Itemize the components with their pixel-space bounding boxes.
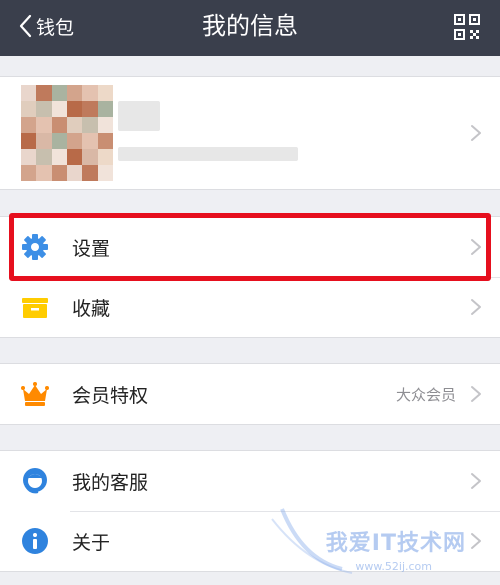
page-title: 我的信息 xyxy=(202,12,298,40)
avatar-pixel xyxy=(21,133,37,149)
avatar-pixel xyxy=(21,117,37,133)
membership-group: 会员特权 大众会员 xyxy=(0,363,500,425)
avatar-pixel xyxy=(66,165,83,181)
avatar-pixel xyxy=(36,85,52,101)
profile-name-blurred xyxy=(118,101,160,131)
membership-value: 大众会员 xyxy=(395,385,456,404)
about-label: 关于 xyxy=(72,531,111,554)
crown-icon xyxy=(21,382,49,406)
profile-card[interactable] xyxy=(0,76,500,190)
avatar-pixel xyxy=(36,117,52,133)
avatar-pixel xyxy=(36,149,52,165)
avatar-pixel xyxy=(82,133,98,149)
avatar xyxy=(21,85,113,181)
avatar-pixel xyxy=(66,85,83,101)
gear-icon xyxy=(22,234,48,260)
avatar-pixel xyxy=(21,101,37,117)
avatar-pixel xyxy=(36,133,52,149)
avatar-pixel xyxy=(82,149,98,165)
avatar-pixel xyxy=(36,101,52,117)
customer-service-label: 我的客服 xyxy=(72,471,149,494)
avatar-pixel xyxy=(82,85,98,101)
avatar-pixel xyxy=(21,85,37,101)
settings-label: 设置 xyxy=(72,237,111,260)
chevron-right-icon xyxy=(471,386,481,402)
chevron-right-icon xyxy=(471,473,481,489)
avatar-pixel xyxy=(66,117,83,133)
support-group: 我的客服 关于 xyxy=(0,450,500,572)
customer-service-row[interactable]: 我的客服 xyxy=(0,451,500,511)
membership-row[interactable]: 会员特权 大众会员 xyxy=(0,364,500,424)
avatar-pixel xyxy=(97,85,113,101)
avatar-pixel xyxy=(82,101,98,117)
membership-label: 会员特权 xyxy=(72,384,149,407)
qr-code-icon[interactable] xyxy=(454,14,480,40)
avatar-pixel xyxy=(97,133,113,149)
avatar-pixel xyxy=(82,165,98,181)
avatar-pixel xyxy=(51,165,67,181)
avatar-pixel xyxy=(51,101,67,117)
chevron-right-icon xyxy=(471,533,481,549)
info-icon xyxy=(22,528,48,554)
avatar-pixel xyxy=(21,149,37,165)
chevron-right-icon xyxy=(471,125,481,141)
chevron-right-icon xyxy=(471,299,481,315)
avatar-pixel xyxy=(51,85,67,101)
folder-icon xyxy=(22,298,48,318)
about-row[interactable]: 关于 xyxy=(0,511,500,571)
avatar-pixel xyxy=(21,165,37,181)
avatar-pixel xyxy=(97,165,113,181)
avatar-pixel xyxy=(36,165,52,181)
avatar-pixel xyxy=(51,149,67,165)
avatar-pixel xyxy=(97,101,113,117)
settings-group: 设置 收藏 xyxy=(0,216,500,338)
avatar-pixel xyxy=(51,117,67,133)
profile-account-blurred xyxy=(118,147,298,161)
avatar-pixel xyxy=(66,133,83,149)
avatar-pixel xyxy=(66,101,83,117)
avatar-pixel xyxy=(66,149,83,165)
avatar-pixel xyxy=(51,133,67,149)
favorites-row[interactable]: 收藏 xyxy=(0,277,500,337)
favorites-label: 收藏 xyxy=(72,297,111,320)
avatar-pixel xyxy=(97,117,113,133)
chevron-right-icon xyxy=(471,239,481,255)
settings-row[interactable]: 设置 xyxy=(0,217,500,277)
avatar-pixel xyxy=(82,117,98,133)
navbar: 钱包 我的信息 xyxy=(0,0,500,56)
avatar-pixel xyxy=(97,149,113,165)
customer-service-icon xyxy=(23,468,47,494)
